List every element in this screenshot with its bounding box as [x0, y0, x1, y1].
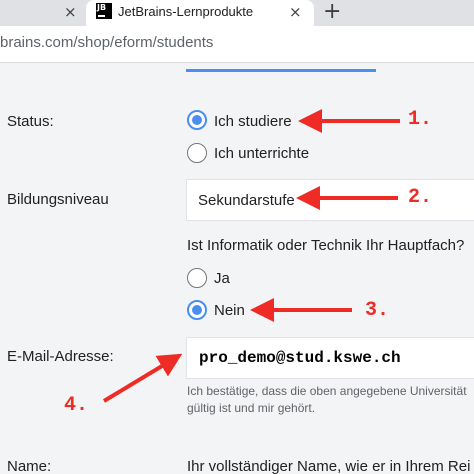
education-label: Bildungsniveau: [7, 191, 109, 208]
active-step-underline: [186, 69, 376, 72]
address-bar[interactable]: brains.com/shop/eform/students: [0, 26, 474, 63]
arrow-4: [102, 353, 183, 403]
annotation-3: 3.: [365, 299, 390, 322]
radio-major-yes[interactable]: [187, 268, 207, 288]
ownership-hint: Ich bestätige, dass die oben angegebene …: [187, 383, 467, 417]
radio-studying[interactable]: [187, 110, 207, 130]
tab-strip: × JB JetBrains-Lernprodukte × +: [0, 0, 474, 26]
radio-major-no-label[interactable]: Nein: [214, 302, 245, 319]
annotation-1: 1.: [408, 108, 433, 131]
radio-major-yes-label[interactable]: Ja: [214, 270, 230, 287]
email-label: E-Mail-Adresse:: [7, 348, 114, 365]
name-label: Name:: [7, 458, 52, 474]
radio-major-no[interactable]: [187, 300, 207, 320]
tab-close-icon[interactable]: ×: [289, 4, 302, 20]
favicon-text: JB: [97, 3, 107, 12]
favicon-bar: [98, 15, 105, 17]
name-hint: Ihr vollständiger Name, wie er in Ihrem …: [187, 458, 471, 474]
education-select-value: Sekundarstufe: [198, 192, 295, 209]
annotation-2: 2.: [408, 186, 433, 209]
jetbrains-favicon-icon: JB: [96, 3, 112, 19]
tab-previous[interactable]: ×: [0, 0, 86, 26]
radio-teaching-label[interactable]: Ich unterrichte: [214, 145, 309, 162]
radio-studying-label[interactable]: Ich studiere: [214, 113, 292, 130]
annotation-4: 4.: [64, 394, 89, 417]
hint-line-1: Ich bestätige, dass die oben angegebene …: [187, 384, 467, 398]
email-field-container: [186, 337, 474, 379]
hint-line-2: gültig ist und mir gehört.: [187, 401, 316, 415]
major-question: Ist Informatik oder Technik Ihr Hauptfac…: [187, 237, 465, 254]
student-form-page: Status: Ich studiere Ich unterrichte Bil…: [0, 63, 474, 474]
url-text[interactable]: brains.com/shop/eform/students: [0, 34, 213, 51]
tab-title: JetBrains-Lernprodukte: [118, 4, 254, 19]
radio-teaching[interactable]: [187, 143, 207, 163]
tab-close-icon[interactable]: ×: [64, 4, 77, 20]
email-field[interactable]: [197, 346, 459, 370]
new-tab-icon[interactable]: +: [323, 0, 341, 24]
status-label: Status:: [7, 113, 54, 130]
tab-jetbrains[interactable]: JB JetBrains-Lernprodukte ×: [86, 0, 314, 26]
